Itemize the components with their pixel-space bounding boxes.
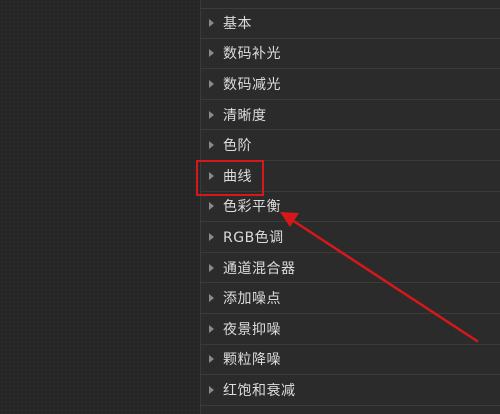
- adjustment-item-label: 夜景抑噪: [223, 321, 281, 338]
- adjustment-item-label: 清晰度: [223, 107, 267, 124]
- adjustment-item-curves[interactable]: 曲线: [201, 161, 500, 192]
- adjustment-item-night-noise-reduction[interactable]: 夜景抑噪: [201, 314, 500, 345]
- adjustment-item-label: RGB色调: [223, 229, 284, 246]
- expand-arrow-icon: [209, 18, 214, 27]
- adjustment-item-label: 红饱和衰减: [223, 382, 296, 399]
- expand-arrow-icon: [209, 79, 214, 88]
- expand-arrow-icon: [209, 232, 214, 241]
- adjustment-item-label: 通道混合器: [223, 260, 296, 277]
- expand-arrow-icon: [209, 49, 214, 58]
- expand-arrow-icon: [209, 324, 214, 333]
- expand-arrow-icon: [209, 294, 214, 303]
- adjustment-item-clarity[interactable]: 清晰度: [201, 100, 500, 131]
- expand-arrow-icon: [209, 110, 214, 119]
- adjustment-item-grain-noise-reduction[interactable]: 颗粒降噪: [201, 345, 500, 376]
- expand-arrow-icon: [209, 171, 214, 180]
- expand-arrow-icon: [209, 385, 214, 394]
- adjustment-item-label: 颗粒降噪: [223, 352, 281, 369]
- adjustment-item-digital-reduce-light[interactable]: 数码减光: [201, 69, 500, 100]
- adjustment-list: 基本 数码补光 数码减光 清晰度 色阶 曲线 色彩平衡 RGB色调 通道混合器 …: [201, 8, 500, 406]
- adjustment-item-red-saturation-decay[interactable]: 红饱和衰减: [201, 375, 500, 406]
- adjustment-item-add-noise[interactable]: 添加噪点: [201, 283, 500, 314]
- adjustment-item-label: 数码补光: [223, 46, 281, 63]
- adjustment-panel: 基本 数码补光 数码减光 清晰度 色阶 曲线 色彩平衡 RGB色调 通道混合器 …: [200, 0, 500, 414]
- adjustment-item-label: 添加噪点: [223, 291, 281, 308]
- adjustment-item-label: 曲线: [223, 168, 252, 185]
- expand-arrow-icon: [209, 202, 214, 211]
- adjustment-item-label: 基本: [223, 15, 252, 32]
- adjustment-item-color-balance[interactable]: 色彩平衡: [201, 192, 500, 223]
- adjustment-item-channel-mixer[interactable]: 通道混合器: [201, 253, 500, 284]
- adjustment-item-levels[interactable]: 色阶: [201, 130, 500, 161]
- canvas-area: [0, 0, 200, 414]
- adjustment-item-label: 色阶: [223, 138, 252, 155]
- adjustment-item-basic[interactable]: 基本: [201, 8, 500, 39]
- expand-arrow-icon: [209, 355, 214, 364]
- adjustment-item-rgb-tone[interactable]: RGB色调: [201, 222, 500, 253]
- adjustment-item-digital-fill-light[interactable]: 数码补光: [201, 39, 500, 70]
- adjustment-item-label: 数码减光: [223, 76, 281, 93]
- expand-arrow-icon: [209, 263, 214, 272]
- adjustment-item-label: 色彩平衡: [223, 199, 281, 216]
- expand-arrow-icon: [209, 141, 214, 150]
